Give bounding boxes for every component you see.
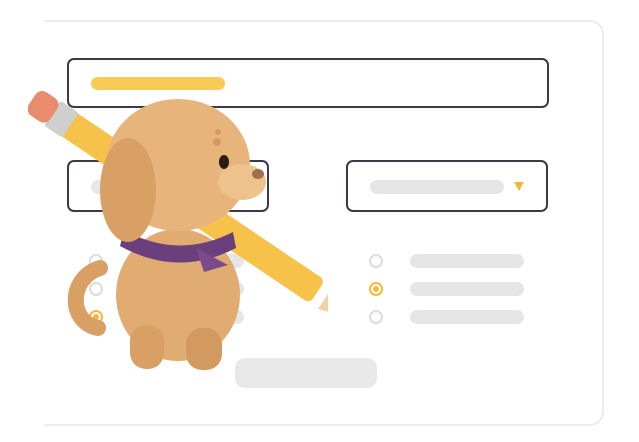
radio-option-right-1[interactable] bbox=[369, 254, 383, 268]
radio-option-right-3[interactable] bbox=[369, 310, 383, 324]
select-placeholder-bar bbox=[370, 180, 504, 194]
option-label-bar bbox=[410, 254, 524, 268]
dropdown-select[interactable] bbox=[346, 160, 548, 212]
title-placeholder-bar bbox=[91, 77, 225, 90]
chevron-down-icon bbox=[514, 182, 524, 191]
option-label-bar bbox=[410, 282, 524, 296]
option-label-bar bbox=[410, 310, 524, 324]
radio-option-right-2[interactable] bbox=[369, 282, 383, 296]
mascot-dog-with-pencil-icon bbox=[28, 91, 328, 370]
